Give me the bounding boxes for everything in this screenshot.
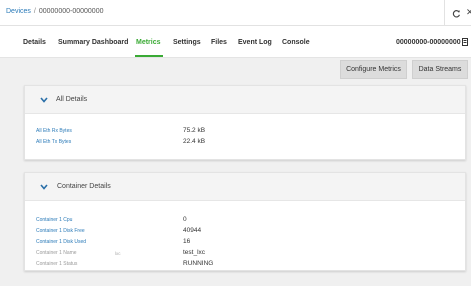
- document-icon[interactable]: [462, 38, 468, 46]
- tab-summary-dashboard[interactable]: Summary Dashboard: [58, 39, 128, 46]
- metric-label[interactable]: Container 1 Disk Free: [36, 228, 85, 234]
- breadcrumb-separator: /: [33, 8, 36, 15]
- metric-value: 75.2 kB: [183, 127, 206, 134]
- tab-details[interactable]: Details: [23, 39, 46, 46]
- container-details-panel: Container Details Container 1 Cpu 0 Cont…: [24, 172, 466, 271]
- tab-settings[interactable]: Settings: [173, 39, 201, 46]
- tab-event-log[interactable]: Event Log: [238, 39, 272, 46]
- tab-metrics[interactable]: Metrics: [136, 39, 161, 46]
- tab-bar: Details Summary Dashboard Metrics Settin…: [0, 26, 471, 58]
- metric-note: lxc: [115, 251, 121, 256]
- container-details-header[interactable]: Container Details: [25, 173, 465, 201]
- metric-label[interactable]: Container 1 Disk Used: [36, 239, 86, 245]
- refresh-button[interactable]: [444, 0, 468, 26]
- breadcrumb-current: 00000000-00000000: [38, 8, 104, 15]
- all-details-title: All Details: [56, 96, 88, 103]
- all-details-panel: All Details All Eth Rx Bytes 75.2 kB All…: [24, 85, 466, 160]
- top-bar: Devices/00000000-00000000 ✕: [0, 0, 471, 26]
- chevron-down-icon: [40, 97, 48, 103]
- chevron-down-icon: [40, 184, 48, 190]
- metric-value: 22.4 kB: [183, 138, 206, 145]
- device-id-label: 00000000-00000000: [396, 39, 461, 46]
- configure-metrics-button[interactable]: Configure Metrics: [340, 60, 407, 79]
- metric-value: 40944: [183, 227, 202, 234]
- metric-value: test_lxc: [183, 249, 206, 256]
- tab-files[interactable]: Files: [211, 39, 227, 46]
- all-details-header[interactable]: All Details: [25, 86, 465, 114]
- active-tab-indicator: [135, 55, 163, 57]
- metric-label[interactable]: All Eth Tx Bytes: [36, 139, 71, 145]
- breadcrumb: Devices/00000000-00000000: [6, 8, 103, 15]
- refresh-icon: [452, 9, 461, 17]
- metric-label[interactable]: Container 1 Name: [36, 250, 77, 256]
- close-icon[interactable]: ✕: [466, 7, 471, 18]
- data-streams-button[interactable]: Data Streams: [412, 60, 468, 79]
- metric-label[interactable]: Container 1 Cpu: [36, 217, 72, 223]
- metric-value: 0: [183, 216, 187, 223]
- container-details-title: Container Details: [57, 183, 111, 190]
- metric-value: 16: [183, 238, 191, 245]
- metric-label[interactable]: All Eth Rx Bytes: [36, 128, 72, 134]
- breadcrumb-devices-link[interactable]: Devices: [6, 8, 31, 15]
- metric-label[interactable]: Container 1 Status: [36, 261, 77, 267]
- tab-console[interactable]: Console: [282, 39, 310, 46]
- metric-value: RUNNING: [183, 260, 214, 267]
